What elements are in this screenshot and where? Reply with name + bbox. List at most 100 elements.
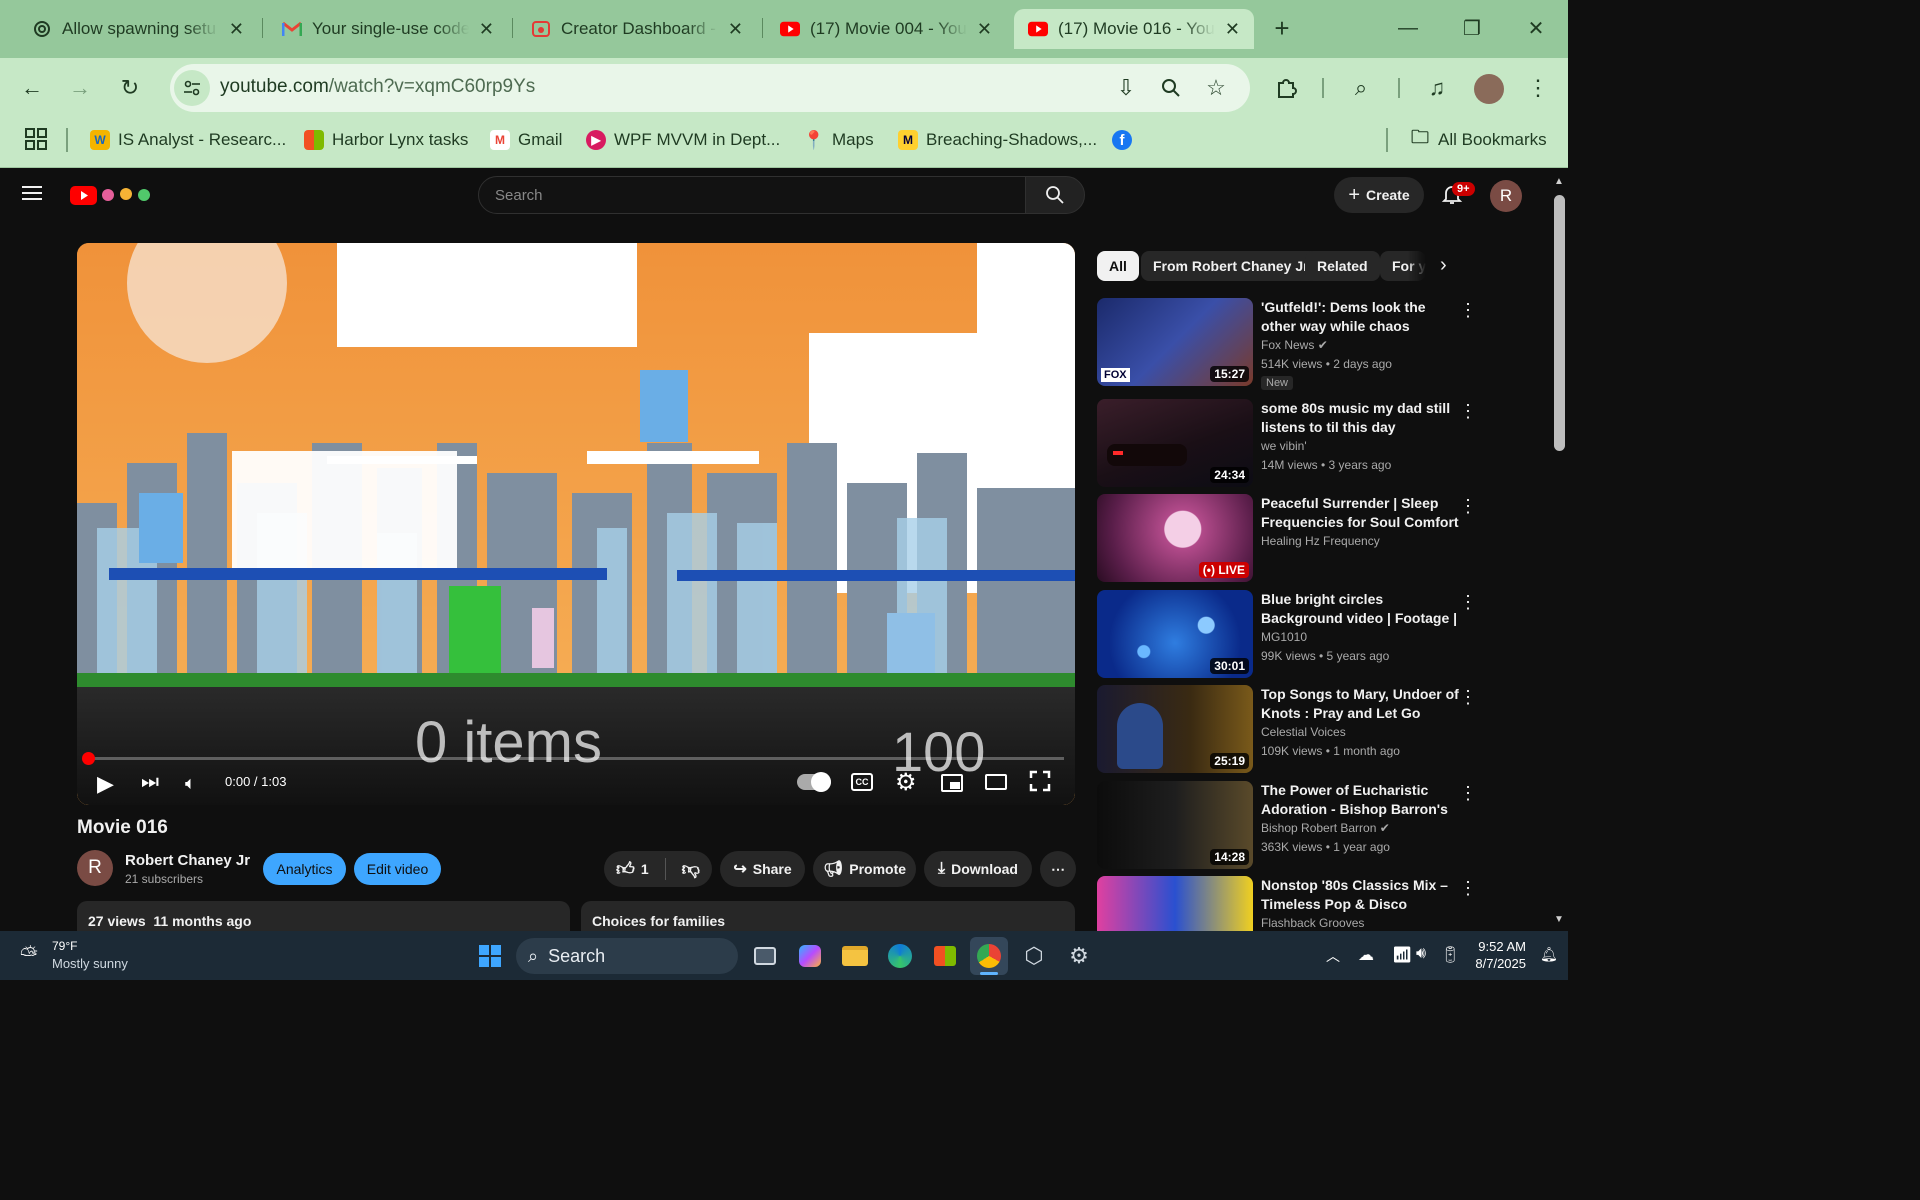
browser-tab[interactable]: Your single-use code ✕: [268, 9, 508, 49]
weather-sun-icon[interactable]: ⛅︎: [20, 942, 38, 968]
install-app-icon[interactable]: ⇩: [1108, 70, 1144, 106]
rec-more-icon[interactable]: ⋮: [1459, 300, 1477, 321]
windows-start-icon[interactable]: [471, 937, 509, 975]
browser-tab[interactable]: Creator Dashboard - ✕: [517, 9, 757, 49]
browser-tab[interactable]: Allow spawning setu ✕: [18, 9, 258, 49]
rec-channel[interactable]: MG1010: [1261, 630, 1307, 644]
channel-avatar[interactable]: R: [77, 850, 113, 886]
edit-video-button[interactable]: Edit video: [354, 853, 441, 885]
miniplayer-icon[interactable]: [941, 774, 963, 792]
rec-channel[interactable]: we vibin': [1261, 439, 1307, 453]
rec-more-icon[interactable]: ⋮: [1459, 687, 1477, 708]
media-control-icon[interactable]: ♫: [1419, 70, 1455, 106]
chip-for-you[interactable]: For y: [1380, 251, 1426, 281]
more-actions-button[interactable]: ⋯: [1040, 851, 1076, 887]
copilot-icon[interactable]: [791, 937, 829, 975]
file-explorer-icon[interactable]: [836, 937, 874, 975]
bookmark-item[interactable]: W IS Analyst - Researc...: [90, 127, 286, 153]
profile-avatar[interactable]: [1474, 74, 1504, 104]
onedrive-icon[interactable]: ☁: [1358, 945, 1374, 965]
search-input[interactable]: Search: [478, 176, 1026, 214]
menu-kebab-icon[interactable]: ⋮: [1520, 70, 1556, 106]
download-button[interactable]: ⤓ Download: [924, 851, 1032, 887]
video-thumbnail[interactable]: FOX 15:27: [1097, 298, 1253, 386]
theater-mode-icon[interactable]: [985, 774, 1007, 790]
share-button[interactable]: ↪ Share: [720, 851, 805, 887]
search-button[interactable]: [1025, 176, 1085, 214]
rec-channel[interactable]: Flashback Grooves: [1261, 916, 1364, 930]
restore-button[interactable]: ❐: [1454, 12, 1490, 44]
bookmark-item[interactable]: 📍 Maps: [803, 127, 874, 153]
recommendation-item[interactable]: 14:28 The Power of Eucharistic Adoration…: [1097, 781, 1547, 871]
close-icon[interactable]: ✕: [1225, 19, 1240, 40]
recommendation-item[interactable]: FOX 15:27 'Gutfeld!': Dems look the othe…: [1097, 298, 1547, 390]
close-icon[interactable]: ✕: [728, 19, 743, 40]
hamburger-menu-icon[interactable]: [22, 184, 44, 202]
account-avatar[interactable]: R: [1490, 180, 1522, 212]
store-icon[interactable]: [926, 937, 964, 975]
rec-channel[interactable]: Bishop Robert Barron: [1261, 821, 1376, 835]
next-button[interactable]: ⏭: [141, 771, 159, 794]
bookmark-item[interactable]: ▶ WPF MVVM in Dept...: [586, 127, 780, 153]
close-window-button[interactable]: ✕: [1518, 12, 1554, 44]
weather-temp[interactable]: 79°F: [52, 939, 77, 953]
all-bookmarks-button[interactable]: 🗀 All Bookmarks: [1410, 127, 1547, 153]
zoom-icon[interactable]: [1153, 70, 1189, 106]
site-info-icon[interactable]: [174, 70, 210, 106]
app-cube-icon[interactable]: ⬡: [1015, 937, 1053, 975]
video-thumbnail[interactable]: 24:34: [1097, 399, 1253, 487]
dislike-icon[interactable]: 👎︎: [682, 858, 700, 880]
battery-icon[interactable]: 🔋︎: [1440, 945, 1460, 965]
youtube-logo[interactable]: [70, 184, 154, 206]
bookmark-item[interactable]: Harbor Lynx tasks: [304, 127, 468, 153]
video-player[interactable]: 0 items 100 ▶ ⏭ 🔈︎ 0:00 / 1:03 CC ⚙: [77, 243, 1075, 805]
bookmark-star-icon[interactable]: ☆: [1198, 70, 1234, 106]
edge-icon[interactable]: [881, 937, 919, 975]
close-icon[interactable]: ✕: [977, 19, 992, 40]
play-button[interactable]: ▶: [97, 771, 114, 797]
tray-chevron-up-icon[interactable]: ︿: [1326, 946, 1340, 966]
video-thumbnail[interactable]: (•) LIVE: [1097, 494, 1253, 582]
create-button[interactable]: + Create: [1334, 177, 1424, 213]
progress-scrubber[interactable]: [82, 752, 95, 765]
settings-gear-icon[interactable]: ⚙: [895, 768, 917, 797]
taskbar-search[interactable]: ⌕ Search: [516, 938, 738, 974]
browser-tab[interactable]: (17) Movie 004 - You ✕: [766, 9, 1006, 49]
scroll-down-arrow-icon[interactable]: ▼: [1554, 914, 1564, 925]
like-icon[interactable]: 👍︎: [616, 858, 635, 880]
rec-more-icon[interactable]: ⋮: [1459, 878, 1477, 899]
rec-channel[interactable]: Healing Hz Frequency: [1261, 534, 1380, 548]
rec-channel[interactable]: Celestial Voices: [1261, 725, 1346, 739]
captions-icon[interactable]: CC: [851, 773, 873, 791]
video-thumbnail[interactable]: 25:19: [1097, 685, 1253, 773]
chrome-taskbar-icon[interactable]: [970, 937, 1008, 975]
reload-icon[interactable]: ↻: [112, 70, 148, 106]
tab-search-icon[interactable]: ⌕: [1343, 70, 1379, 106]
video-thumbnail[interactable]: [1097, 876, 1253, 931]
bookmark-item[interactable]: M Gmail: [490, 127, 562, 153]
video-thumbnail[interactable]: 30:01: [1097, 590, 1253, 678]
chevron-right-icon[interactable]: ›: [1440, 254, 1447, 277]
scroll-up-arrow-icon[interactable]: ▲: [1554, 176, 1564, 187]
promote-button[interactable]: 📢︎ Promote: [813, 851, 916, 887]
recommendation-item[interactable]: 25:19 Top Songs to Mary, Undoer of Knots…: [1097, 685, 1547, 775]
bookmark-item[interactable]: M Breaching-Shadows,...: [898, 127, 1097, 153]
recommendation-item[interactable]: 30:01 Blue bright circles Background vid…: [1097, 590, 1547, 680]
recommendation-item[interactable]: 24:34 some 80s music my dad still listen…: [1097, 399, 1547, 489]
forward-icon[interactable]: →: [62, 70, 98, 106]
task-view-icon[interactable]: [746, 937, 784, 975]
app-gear-icon[interactable]: ⚙: [1060, 937, 1098, 975]
weather-desc[interactable]: Mostly sunny: [52, 956, 128, 971]
analytics-button[interactable]: Analytics: [263, 853, 346, 885]
rec-channel[interactable]: Fox News: [1261, 338, 1314, 352]
autoplay-toggle[interactable]: [797, 772, 831, 792]
rec-more-icon[interactable]: ⋮: [1459, 592, 1477, 613]
chip-from-channel[interactable]: From Robert Chaney Jr: [1141, 251, 1321, 281]
recommendation-item[interactable]: Nonstop '80s Classics Mix – Timeless Pop…: [1097, 876, 1547, 931]
volume-icon[interactable]: 🔈︎: [185, 773, 196, 794]
scrollbar-thumb[interactable]: [1554, 195, 1565, 451]
progress-bar[interactable]: [87, 757, 1064, 760]
close-icon[interactable]: ✕: [479, 19, 494, 40]
browser-tab-active[interactable]: (17) Movie 016 - You ✕: [1014, 9, 1254, 49]
extensions-icon[interactable]: [1268, 70, 1304, 106]
